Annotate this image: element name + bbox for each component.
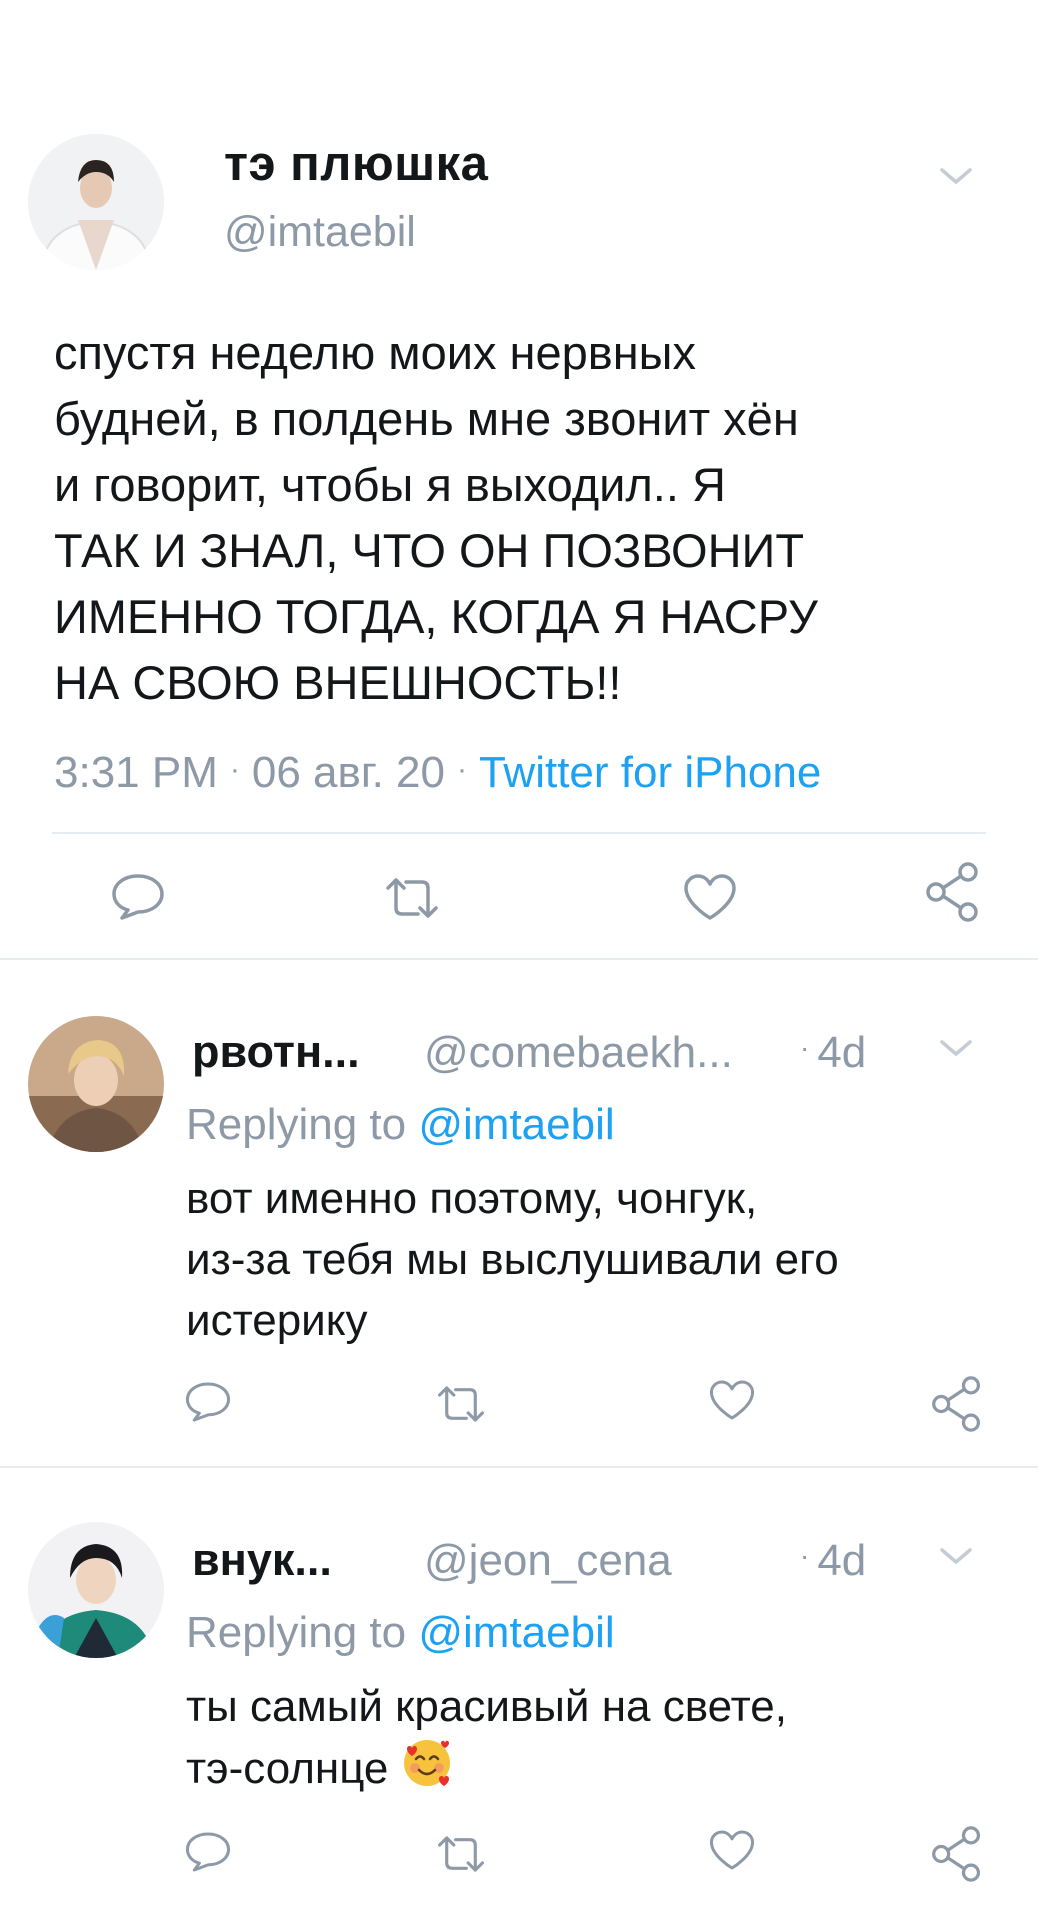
replying-to: Replying to @imtaebil	[186, 1100, 615, 1150]
reply-text: ты самый красивый на свете, тэ-солнце	[186, 1676, 1006, 1805]
reply-handle[interactable]: @jeon_cena	[424, 1536, 672, 1586]
replying-to-mention[interactable]: @imtaebil	[418, 1608, 614, 1657]
reply-divider	[0, 1466, 1038, 1468]
author-avatar[interactable]	[28, 134, 164, 270]
replying-to-mention[interactable]: @imtaebil	[418, 1100, 614, 1149]
chevron-down-icon[interactable]	[936, 1542, 976, 1570]
replying-prefix: Replying to	[186, 1100, 419, 1149]
reply-timestamp[interactable]: · 4d	[800, 1536, 866, 1586]
reply-timestamp[interactable]: · 4d	[800, 1028, 866, 1078]
reply-time: 4d	[817, 1536, 867, 1585]
reply-display-name[interactable]: внук...	[192, 1534, 332, 1586]
retweet-icon[interactable]	[436, 1834, 486, 1874]
retweet-icon[interactable]	[436, 1384, 486, 1424]
chevron-down-icon[interactable]	[936, 1034, 976, 1062]
meta-separator: ·	[229, 753, 240, 786]
tweet-source-link[interactable]: Twitter for iPhone	[479, 748, 821, 797]
tweet-divider	[0, 958, 1038, 960]
share-icon[interactable]	[924, 862, 982, 922]
heart-icon[interactable]	[708, 1828, 756, 1872]
meta-separator: ·	[456, 753, 467, 786]
author-handle[interactable]: @imtaebil	[224, 208, 416, 257]
tweet-date: 06 авг. 20	[251, 748, 445, 797]
meta-divider	[52, 832, 986, 834]
share-icon[interactable]	[930, 1826, 984, 1882]
retweet-icon[interactable]	[384, 876, 440, 920]
heart-icon[interactable]	[682, 872, 738, 922]
meta-separator: ·	[800, 1032, 810, 1063]
reply-display-name[interactable]: рвотн...	[192, 1026, 360, 1078]
reply-avatar[interactable]	[28, 1522, 164, 1658]
meta-separator: ·	[800, 1540, 810, 1571]
reply-bubble-icon[interactable]	[184, 1380, 232, 1424]
heart-icon[interactable]	[708, 1378, 756, 1422]
share-icon[interactable]	[930, 1376, 984, 1432]
reply-text: вот именно поэтому, чонгук, из-за тебя м…	[186, 1174, 839, 1345]
author-display-name[interactable]: тэ плюшка	[224, 136, 488, 192]
reply-bubble-icon[interactable]	[110, 872, 166, 922]
chevron-down-icon[interactable]	[936, 162, 976, 190]
tweet-text: спустя неделю моих нервных будней, в пол…	[54, 326, 818, 709]
smiling-face-with-hearts-emoji	[401, 1737, 453, 1805]
reply-time: 4d	[817, 1028, 867, 1077]
tweet-time: 3:31 PM	[54, 748, 218, 797]
reply-avatar[interactable]	[28, 1016, 164, 1152]
reply-handle[interactable]: @comebaekh...	[424, 1028, 733, 1078]
tweet-meta: 3:31 PM · 06 авг. 20 · Twitter for iPhone	[54, 748, 821, 798]
reply-text-content: ты самый красивый на свете, тэ-солнце	[186, 1682, 787, 1793]
replying-to: Replying to @imtaebil	[186, 1608, 615, 1658]
replying-prefix: Replying to	[186, 1608, 419, 1657]
reply-bubble-icon[interactable]	[184, 1830, 232, 1874]
